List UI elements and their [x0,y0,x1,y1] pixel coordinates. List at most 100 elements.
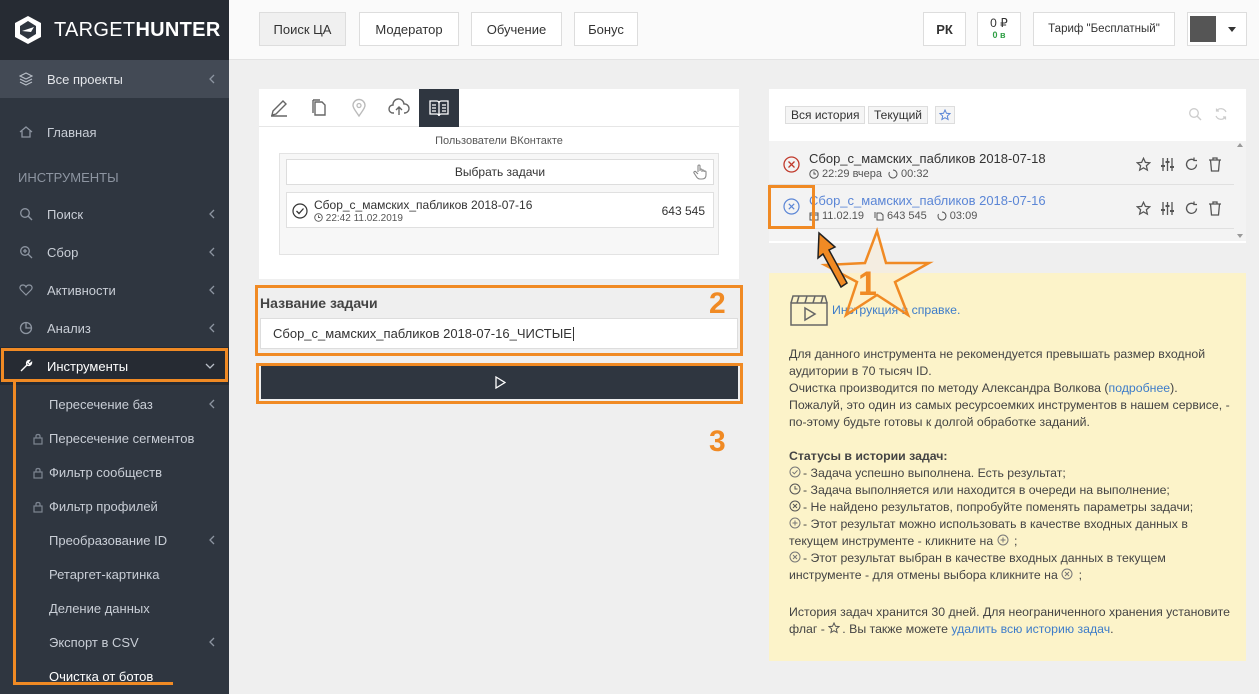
search-icon [18,207,33,222]
search-icon[interactable] [1188,107,1202,121]
history-panel: Вся история Текущий Сбор_с_мамских_пабли… [769,89,1246,243]
tab-location[interactable] [339,89,379,127]
sidebar-sub-label: Фильтр профилей [49,498,158,514]
sliders-icon[interactable] [1160,157,1175,172]
rk-button[interactable]: РК [923,12,966,46]
logo-text: TARGETHUNTER [54,18,221,41]
refresh-icon[interactable] [1184,201,1199,216]
tab-upload[interactable] [379,89,419,127]
selected-circle-icon [789,551,803,565]
tariff-button[interactable]: Тариф "Бесплатный" [1033,12,1175,46]
sidebar-sub-db-intersection[interactable]: Пересечение баз [0,387,229,421]
history-row-meta: 22:29 вчера 00:32 [809,168,929,180]
sidebar-item-home[interactable]: Главная [0,113,229,151]
refresh-icon[interactable] [1184,157,1199,172]
history-row-time: 22:29 вчера [822,168,883,180]
help-statuses: Статусы в истории задач: - Задача успешн… [789,449,1194,582]
sidebar-sub-id-conversion[interactable]: Преобразование ID [0,523,229,557]
sidebar-sub-label: Преобразование ID [49,532,168,548]
current-history-button[interactable]: Текущий [868,106,928,124]
selected-task-row[interactable]: Сбор_с_мамских_пабликов 2018-07-16 22:42… [286,192,714,228]
sidebar-sub-label: Пересечение сегментов [49,430,195,446]
selected-task-time: 22:42 11.02.2019 [325,213,403,224]
hand-pointer-icon [693,164,707,180]
nav-button-audience-search[interactable]: Поиск ЦА [259,12,346,46]
annotation-3: 3 [709,425,726,458]
balance-button[interactable]: 0 ₽ 0 в [977,12,1021,46]
tab-copy[interactable] [299,89,339,127]
sidebar-item-analysis[interactable]: Анализ [0,309,229,347]
chevron-left-icon [209,209,215,219]
sidebar-item-search[interactable]: Поиск [0,195,229,233]
sidebar-sub-label: Пересечение баз [49,396,153,412]
history-row-date: 11.02.19 [822,210,865,222]
highlight-submenu-line [13,382,16,685]
sidebar-sub-label: Фильтр сообществ [49,464,162,480]
tab-history-book[interactable] [419,89,459,127]
check-circle-icon [789,466,803,480]
sidebar-all-projects[interactable]: Все проекты [0,60,229,98]
sidebar-sub-label: Экспорт в CSV [49,634,139,650]
star-icon [828,622,842,636]
avatar [1190,16,1216,42]
lock-icon [30,431,45,446]
refresh-icon[interactable] [1214,107,1228,121]
sidebar: TARGETHUNTER Все проекты Главная ИНСТРУМ… [0,0,229,694]
choose-tasks-button[interactable]: Выбрать задачи [286,159,714,185]
chevron-left-icon [209,399,215,409]
profile-dropdown[interactable] [1187,12,1247,46]
history-row[interactable]: Сбор_с_мамских_пабликов 2018-07-16 11.02… [769,185,1234,229]
sidebar-item-activities[interactable]: Активности [0,271,229,309]
nav-button-bonus[interactable]: Бонус [574,12,638,46]
favorites-filter-button[interactable] [935,106,955,124]
sidebar-sub-csv-export[interactable]: Экспорт в CSV [0,625,229,659]
star-icon[interactable] [1136,157,1151,172]
pie-chart-icon [18,321,33,336]
help-paragraph: Для данного инструмента не рекомендуется… [789,347,1230,429]
logo[interactable]: TARGETHUNTER [0,0,229,60]
tab-edit[interactable] [259,89,299,127]
book-icon [429,100,449,117]
statuses-title: Статусы в истории задач: [789,449,948,463]
sidebar-sub-label: Ретаргет-картинка [49,566,160,582]
nav-button-learning[interactable]: Обучение [471,12,562,46]
sidebar-sub-bot-cleanup[interactable]: Очистка от ботов [0,659,229,693]
nav-button-moderator[interactable]: Модератор [359,12,459,46]
sidebar-sub-community-filter[interactable]: Фильтр сообществ [0,455,229,489]
star-icon[interactable] [1136,201,1151,216]
selected-circle-icon [1061,568,1075,582]
task-select-box: Выбрать задачи Сбор_с_мамских_пабликов 2… [279,153,719,255]
sidebar-sub-profile-filter[interactable]: Фильтр профилей [0,489,229,523]
sidebar-item-collect[interactable]: Сбор [0,233,229,271]
heart-icon [18,283,33,298]
chevron-down-icon [1228,26,1236,32]
history-row[interactable]: Сбор_с_мамских_пабликов 2018-07-18 22:29… [769,141,1234,185]
history-row-meta: 11.02.19 643 545 03:09 [809,210,977,222]
more-details-link[interactable]: подробнее [1109,381,1171,395]
history-row-name: Сбор_с_мамских_пабликов 2018-07-16 [809,193,1046,208]
annotation-1: 1 [858,265,877,303]
sidebar-sub-data-split[interactable]: Деление данных [0,591,229,625]
timer-icon [888,168,898,180]
highlight-tools-item [1,348,228,382]
sliders-icon[interactable] [1160,201,1175,216]
history-scrollbar[interactable] [1234,141,1246,241]
trash-icon[interactable] [1208,157,1222,172]
highlight-task-name [255,285,743,356]
search-plus-icon [18,245,33,260]
highlight-run-button [256,363,743,404]
lock-icon [30,465,45,480]
home-icon [18,125,33,140]
clock-icon [314,213,323,222]
logo-icon [15,16,41,44]
sidebar-item-label: Анализ [47,320,91,336]
sidebar-sub-retarget-image[interactable]: Ретаргет-картинка [0,557,229,591]
all-history-button[interactable]: Вся история [785,106,866,124]
edit-icon [271,100,287,117]
trash-icon[interactable] [1208,201,1222,216]
star-icon [939,109,951,121]
delete-history-link[interactable]: удалить всю историю задач [951,622,1110,636]
choose-tasks-label: Выбрать задачи [454,165,546,179]
history-row-duration: 03:09 [949,210,978,222]
sidebar-sub-segment-intersection[interactable]: Пересечение сегментов [0,421,229,455]
